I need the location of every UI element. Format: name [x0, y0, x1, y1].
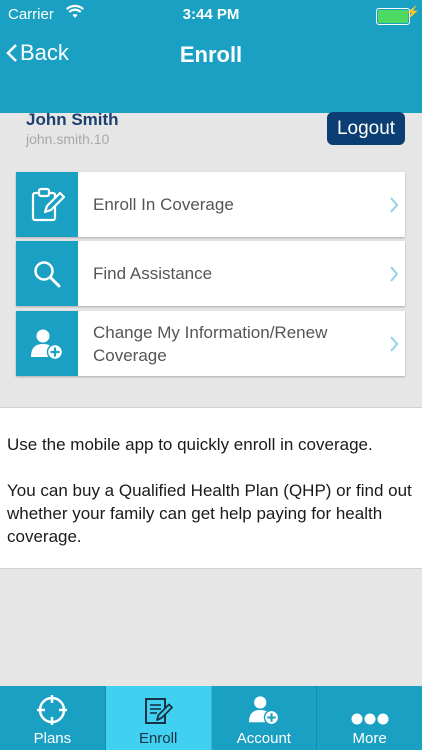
charging-icon: ⚡ — [405, 5, 420, 19]
status-bar: Carrier 3:44 PM ⚡ — [0, 0, 422, 30]
username: john.smith.10 — [26, 131, 110, 147]
user-add-icon — [16, 311, 78, 376]
edit-document-icon — [106, 686, 211, 726]
info-paragraph-2: You can buy a Qualified Health Plan (QHP… — [7, 481, 412, 546]
page-title: Enroll — [179, 42, 243, 67]
info-box: Use the mobile app to quickly enroll in … — [0, 407, 422, 569]
logout-button[interactable]: Logout — [327, 112, 405, 145]
info-paragraph-1: Use the mobile app to quickly enroll in … — [7, 435, 373, 454]
tab-plans[interactable]: Plans — [0, 686, 106, 750]
menu-item-label: Enroll In Coverage — [93, 195, 234, 214]
tab-more[interactable]: More — [317, 686, 422, 750]
navigation-bar: Back Enroll — [0, 30, 422, 82]
menu-item-enroll-in-coverage[interactable]: Enroll In Coverage — [16, 172, 405, 237]
tab-account[interactable]: Account — [212, 686, 318, 750]
tab-label: Account — [236, 730, 291, 747]
clock: 3:44 PM — [182, 6, 240, 23]
user-add-icon — [212, 686, 317, 726]
clipboard-edit-icon — [16, 172, 78, 237]
menu-item-label: Change My Information/Renew Coverage — [93, 322, 328, 365]
tab-label: Enroll — [138, 730, 178, 747]
chevron-right-icon — [390, 196, 399, 213]
tab-enroll[interactable]: Enroll — [105, 686, 212, 750]
chevron-right-icon — [390, 265, 399, 282]
menu-item-change-information[interactable]: Change My Information/Renew Coverage — [16, 311, 405, 376]
search-icon — [16, 241, 78, 306]
top-bar: Carrier 3:44 PM ⚡ Back Enroll — [0, 0, 422, 113]
menu-item-find-assistance[interactable]: Find Assistance — [16, 241, 405, 306]
tab-bar: Plans Enroll Account More — [0, 686, 422, 750]
tab-label: Plans — [33, 730, 72, 747]
menu-item-label: Find Assistance — [93, 264, 213, 283]
user-name: John Smith — [26, 110, 119, 129]
more-dots-icon — [317, 686, 422, 726]
chevron-right-icon — [390, 335, 399, 352]
tab-label: More — [352, 730, 387, 747]
crosshair-icon — [0, 686, 105, 726]
